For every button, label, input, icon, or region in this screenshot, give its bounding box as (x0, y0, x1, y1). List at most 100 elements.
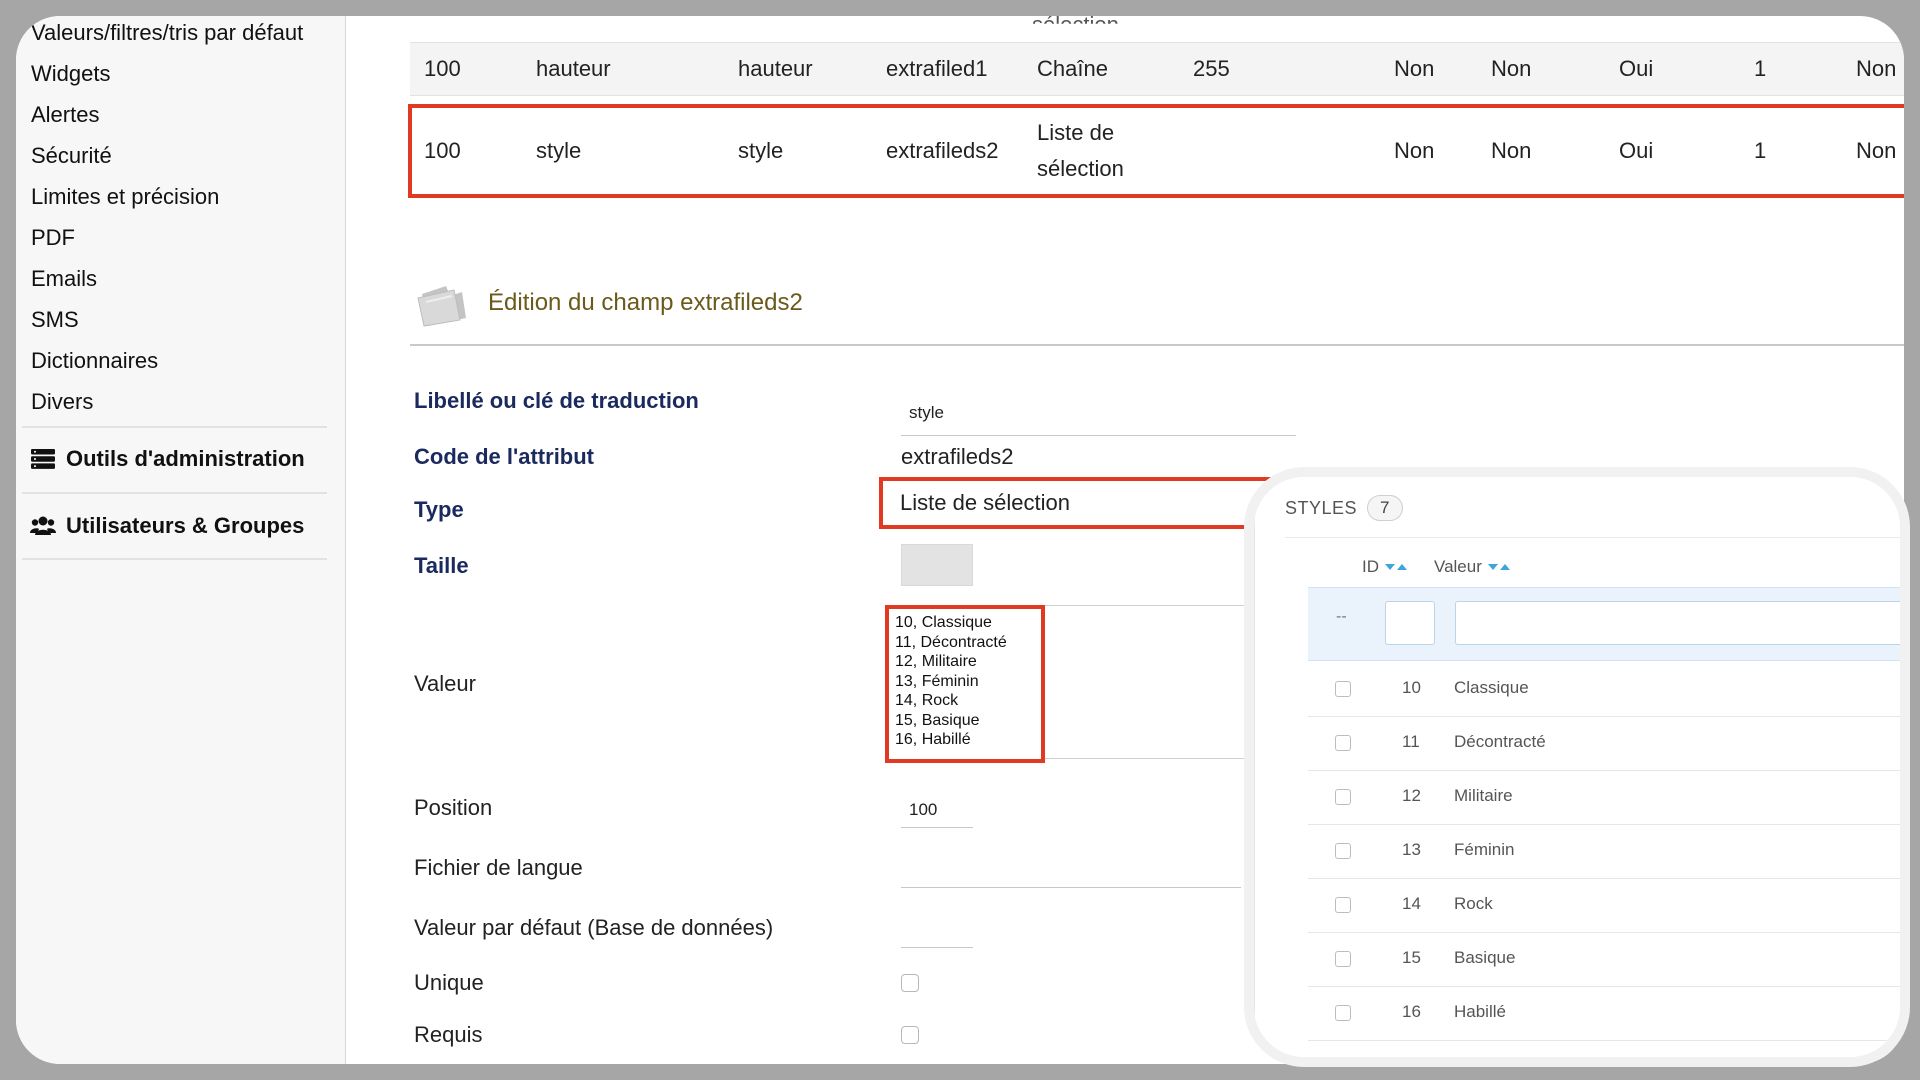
folder-icon (417, 286, 466, 327)
row-id: 14 (1402, 894, 1421, 913)
sidebar-item-sms[interactable]: SMS (31, 307, 79, 333)
row-checkbox[interactable] (1335, 735, 1351, 751)
section-divider (410, 344, 1904, 346)
list-item[interactable]: 15 Basique (1308, 933, 1900, 987)
list-item[interactable]: 13 Féminin (1308, 825, 1900, 879)
value-line: 13, Féminin (895, 672, 979, 690)
sort-asc-icon[interactable] (1397, 563, 1407, 571)
column-label: ID (1362, 557, 1379, 576)
value-line: 11, Décontracté (895, 633, 1007, 651)
sort-desc-icon[interactable] (1487, 563, 1498, 571)
list-item[interactable]: 11 Décontracté (1308, 717, 1900, 771)
filter-row: -- (1308, 587, 1900, 661)
label-default-value: Valeur par défaut (Base de données) (414, 915, 774, 940)
cell-position: 100 (424, 56, 461, 81)
sidebar-item-alerts[interactable]: Alertes (31, 102, 99, 128)
sidebar: Valeurs/filtres/tris par défaut Widgets … (16, 16, 346, 1064)
cell-required: Non (1491, 56, 1532, 81)
list-item[interactable]: 12 Militaire (1308, 771, 1900, 825)
row-checkbox[interactable] (1335, 681, 1351, 697)
row-id: 12 (1402, 786, 1421, 805)
cell-type: Chaîne (1037, 56, 1108, 81)
row-value: Féminin (1454, 840, 1515, 859)
styles-panel-window: STYLES 7 ID Valeur -- 10 Classique 11 Dé… (1244, 467, 1910, 1067)
sidebar-section-label: Utilisateurs & Groupes (66, 513, 305, 538)
sidebar-divider (22, 426, 327, 428)
unique-checkbox[interactable] (901, 974, 919, 992)
required-checkbox[interactable] (901, 1026, 919, 1044)
sidebar-item-misc[interactable]: Divers (31, 389, 93, 415)
sort-desc-icon[interactable] (1385, 563, 1395, 571)
sidebar-section-users-groups[interactable]: Utilisateurs & Groupes (30, 513, 304, 539)
table-row[interactable]: 100 hauteur hauteur extrafiled1 Chaîne 2… (410, 42, 1904, 96)
sidebar-section-admin-tools[interactable]: Outils d'administration (30, 446, 305, 472)
label-translation-key: Libellé ou clé de traduction (414, 388, 699, 413)
language-file-input[interactable] (901, 852, 1241, 888)
default-value-input[interactable] (901, 912, 973, 948)
table-row-highlighted[interactable]: 100 style style extrafileds2 Liste de sé… (408, 104, 1904, 198)
edit-section-header: Édition du champ extrafileds2 (416, 278, 803, 328)
row-id: 13 (1402, 840, 1421, 859)
sidebar-item-dictionaries[interactable]: Dictionnaires (31, 348, 158, 374)
row-value: Classique (1454, 678, 1529, 697)
filter-placeholder: -- (1336, 608, 1347, 625)
label-unique: Unique (414, 970, 484, 995)
list-item[interactable]: 10 Classique (1308, 663, 1900, 717)
column-header-id[interactable]: ID (1362, 557, 1407, 577)
value-textarea[interactable]: 10, Classique 11, Décontracté 12, Milita… (885, 605, 1045, 763)
value-line: 10, Classique (895, 614, 992, 631)
row-id: 11 (1402, 732, 1420, 751)
cell-attribute: extrafileds2 (886, 138, 999, 163)
cell-code: style (738, 138, 784, 163)
column-header-value[interactable]: Valeur (1434, 557, 1510, 577)
edit-section-title: Édition du champ extrafileds2 (488, 289, 803, 316)
row-checkbox[interactable] (1335, 951, 1351, 967)
value-line: 15, Basique (895, 711, 980, 729)
row-id: 16 (1402, 1002, 1421, 1021)
list-item[interactable]: 16 Habillé (1308, 987, 1900, 1041)
sidebar-item-widgets[interactable]: Widgets (31, 61, 110, 87)
list-item[interactable]: 14 Rock (1308, 879, 1900, 933)
sort-asc-icon[interactable] (1499, 563, 1510, 571)
cell-visible: Oui (1619, 56, 1654, 81)
styles-title: STYLES (1285, 497, 1358, 518)
cell-computed: Non (1856, 138, 1897, 163)
users-icon (30, 516, 56, 535)
cell-label: style (536, 138, 582, 163)
cell-attribute: extrafiled1 (886, 56, 988, 81)
label-input[interactable] (901, 390, 1296, 436)
position-input[interactable] (901, 792, 973, 828)
row-checkbox[interactable] (1335, 897, 1351, 913)
sidebar-item-security[interactable]: Sécurité (31, 143, 112, 169)
row-checkbox[interactable] (1335, 843, 1351, 859)
partial-table-text: sélection (1032, 16, 1119, 37)
row-checkbox[interactable] (1335, 1005, 1351, 1021)
styles-panel-header: STYLES 7 (1285, 495, 1403, 521)
row-checkbox[interactable] (1335, 789, 1351, 805)
row-value: Militaire (1454, 786, 1513, 805)
filter-value-input[interactable] (1455, 601, 1900, 645)
panel-divider (1285, 537, 1900, 538)
server-icon (31, 449, 55, 469)
size-input[interactable] (901, 544, 973, 586)
row-id: 15 (1402, 948, 1421, 967)
label-size: Taille (414, 553, 469, 578)
filter-id-input[interactable] (1385, 601, 1435, 645)
cell-computed: Non (1856, 56, 1897, 81)
cell-position: 100 (424, 138, 461, 163)
type-select-value: Liste de sélection (900, 490, 1070, 515)
row-value: Basique (1454, 948, 1516, 967)
cell-label: hauteur (536, 56, 611, 81)
sort-controls (1385, 563, 1407, 571)
sidebar-divider (22, 558, 327, 560)
type-select[interactable]: Liste de sélection (879, 477, 1299, 529)
sidebar-item-pdf[interactable]: PDF (31, 225, 75, 251)
value-line: 14, Rock (895, 692, 959, 709)
cell-unique: Non (1394, 138, 1435, 163)
sidebar-item-emails[interactable]: Emails (31, 266, 97, 292)
column-label: Valeur (1434, 557, 1482, 576)
sort-controls (1487, 563, 1510, 571)
label-position: Position (414, 795, 493, 820)
sidebar-item-default-values[interactable]: Valeurs/filtres/tris par défaut (31, 20, 303, 46)
sidebar-item-limits[interactable]: Limites et précision (31, 184, 219, 210)
